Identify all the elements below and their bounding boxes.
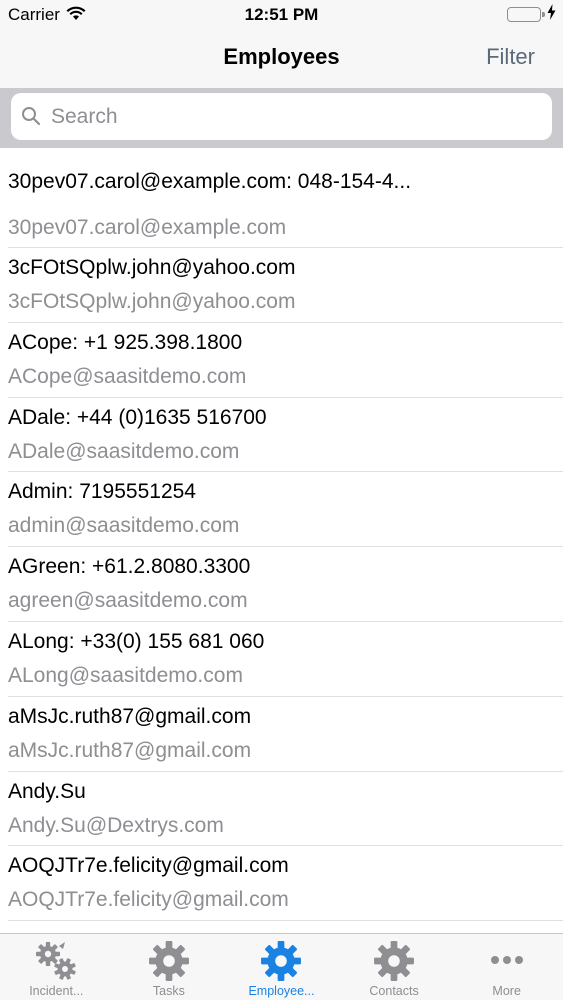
employee-email: admin@saasitdemo.com xyxy=(8,514,240,538)
filter-button[interactable]: Filter xyxy=(486,44,535,70)
status-time: 12:51 PM xyxy=(244,5,319,24)
employee-title: ACope: +1 925.398.1800 xyxy=(8,330,243,354)
tab-label: Employee... xyxy=(248,984,315,998)
tab-contacts[interactable]: Contacts xyxy=(338,934,451,1000)
search-field[interactable] xyxy=(11,93,552,140)
employee-row[interactable]: 3cFOtSQplw.john@yahoo.com 3cFOtSQplw.john… xyxy=(0,248,563,323)
employee-email: 30pev07.carol@example.com xyxy=(8,216,287,239)
employee-list[interactable]: 30pev07.carol@example.com: 048-154-4... 3… xyxy=(0,148,563,933)
employee-email: AOQJTr7e.felicity@gmail.com xyxy=(8,888,289,912)
gear-icon xyxy=(148,940,190,987)
employee-email: Andy.Su@Dextrys.com xyxy=(8,813,224,837)
employee-title: AOQJTr7e.felicity@gmail.com xyxy=(8,854,289,878)
employee-email: ADale@saasitdemo.com xyxy=(8,439,240,463)
search-input[interactable] xyxy=(51,93,531,140)
search-icon xyxy=(21,106,41,131)
employee-email: 3cFOtSQplw.john@yahoo.com xyxy=(8,290,296,313)
employee-title: Admin: 7195551254 xyxy=(8,480,196,504)
employee-email: ALong@saasitdemo.com xyxy=(8,663,243,687)
tab-label: Incident... xyxy=(29,984,84,998)
status-bar: Carrier 12:51 PM xyxy=(0,0,563,30)
employee-title: 30pev07.carol@example.com: 048-154-4... xyxy=(8,170,412,193)
employee-row[interactable]: Admin: 7195551254 admin@saasitdemo.com xyxy=(0,472,563,548)
search-bar xyxy=(0,88,563,148)
employee-email: agreen@saasitdemo.com xyxy=(8,589,248,613)
employee-email: aMsJc.ruth87@gmail.com xyxy=(8,738,252,762)
battery-icon xyxy=(507,7,545,22)
employee-title: AGreen: +61.2.8080.3300 xyxy=(8,555,251,579)
more-dots-icon xyxy=(487,940,527,985)
employee-row[interactable]: ALong: +33(0) 155 681 060 ALong@saasitdem… xyxy=(0,622,563,697)
tab-incident[interactable]: Incident... xyxy=(0,934,113,1000)
tab-label: More xyxy=(492,984,521,998)
charging-bolt-icon xyxy=(547,4,556,25)
employee-row[interactable]: Andy.Su Andy.Su@Dextrys.com xyxy=(0,772,563,847)
employee-title: Andy.Su xyxy=(8,779,86,803)
employee-title: ADale: +44 (0)1635 516700 xyxy=(8,405,267,429)
row-divider xyxy=(8,920,563,922)
employee-row[interactable]: ACope: +1 925.398.1800 ACope@saasitdemo.c… xyxy=(0,323,563,398)
employee-title: ALong: +33(0) 155 681 060 xyxy=(8,629,265,653)
tab-label: Tasks xyxy=(152,984,185,998)
employee-row[interactable]: AOQJTr7e.felicity@gmail.com AOQJTr7e.feli… xyxy=(0,846,563,922)
gear-icon xyxy=(260,940,302,987)
employee-title: 3cFOtSQplw.john@yahoo.com xyxy=(8,256,296,279)
navigation-bar: Employees Filter xyxy=(0,30,563,88)
tab-employee[interactable]: Employee... xyxy=(225,934,338,1000)
page-title: Employees xyxy=(223,44,340,69)
tab-bar: Incident... Tasks Employee... Contacts More xyxy=(0,933,563,1000)
gear-icon xyxy=(373,940,415,987)
tab-label: Contacts xyxy=(369,984,419,998)
tab-more[interactable]: More xyxy=(450,934,563,1000)
employee-title: aMsJc.ruth87@gmail.com xyxy=(8,704,252,728)
gears-icon xyxy=(35,940,77,987)
tab-tasks[interactable]: Tasks xyxy=(113,934,226,1000)
employee-row[interactable]: aMsJc.ruth87@gmail.com aMsJc.ruth87@gmail… xyxy=(0,697,563,772)
employee-row[interactable]: AGreen: +61.2.8080.3300 agreen@saasitdemo… xyxy=(0,547,563,622)
employee-email: ACope@saasitdemo.com xyxy=(8,364,247,388)
employee-row[interactable]: 30pev07.carol@example.com: 048-154-4... 3… xyxy=(0,148,563,248)
employee-row[interactable]: ADale: +44 (0)1635 516700 ADale@saasitdem… xyxy=(0,398,563,473)
